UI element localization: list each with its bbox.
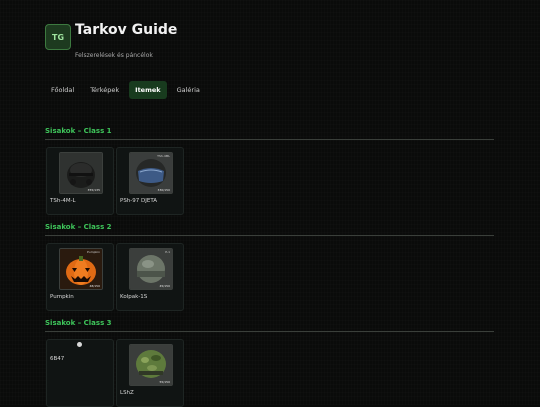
item-card-tsh4ml[interactable]: 355/135 TSh-4M-L — [46, 147, 114, 215]
main-nav: Főoldal Térképek Itemek Galéria — [45, 81, 206, 99]
item-card-kolpak[interactable]: P-1 45/150 Kolpak-1S — [116, 243, 184, 311]
item-card-lshz[interactable]: 55/150 LShZ — [116, 339, 184, 407]
item-name: LShZ — [120, 390, 134, 396]
item-thumbnail: 55/150 — [129, 344, 173, 386]
section-title-class3: Sisakok – Class 3 — [45, 319, 112, 327]
section-title-class2: Sisakok – Class 2 — [45, 223, 112, 231]
item-durability: 330/150 — [157, 188, 170, 192]
item-thumbnail: 355/135 — [59, 152, 103, 194]
tab-fooldal[interactable]: Főoldal — [45, 81, 80, 99]
kolpak-helmet-icon — [130, 249, 172, 289]
tab-itemek[interactable]: Itemek — [129, 81, 167, 99]
item-card-pumpkin[interactable]: Pumpkin 48/150 Pumpkin — [46, 243, 114, 311]
tab-galeria[interactable]: Galéria — [171, 81, 206, 99]
item-name: PSh-97 DJETA — [120, 198, 158, 204]
app-subtitle: Felszerelések és páncélok — [75, 52, 153, 59]
item-name: Pumpkin — [50, 294, 74, 300]
tab-terkepek[interactable]: Térképek — [84, 81, 125, 99]
app-header: TG Tarkov Guide Felszerelések és páncélo… — [45, 22, 505, 59]
app-title: Tarkov Guide — [75, 22, 178, 38]
section-divider — [45, 331, 494, 332]
section-title-class1: Sisakok – Class 1 — [45, 127, 112, 135]
item-short-name: P-1 — [165, 250, 170, 254]
item-durability: 45/150 — [159, 284, 170, 288]
app-logo: TG — [45, 24, 71, 50]
item-thumbnail: Pumpkin 48/150 — [59, 248, 103, 290]
item-durability: 48/150 — [89, 284, 100, 288]
pumpkin-icon — [60, 249, 102, 289]
item-durability: 55/150 — [159, 380, 170, 384]
loading-icon — [77, 342, 82, 347]
tank-helmet-icon — [60, 153, 102, 193]
item-short-name: TSh-4ML — [157, 154, 170, 158]
item-card-psh97[interactable]: TSh-4ML 330/150 PSh-97 DJETA — [116, 147, 184, 215]
item-card-6b47[interactable]: 6B47 — [46, 339, 114, 407]
section-divider — [45, 139, 494, 140]
item-durability: 355/135 — [87, 188, 100, 192]
section-divider — [45, 235, 494, 236]
item-name: TSh-4M-L — [50, 198, 76, 204]
item-name: 6B47 — [50, 356, 65, 362]
item-short-name: Pumpkin — [87, 250, 100, 254]
item-thumbnail: TSh-4ML 330/150 — [129, 152, 173, 194]
camo-helmet-icon — [130, 345, 172, 385]
item-name: Kolpak-1S — [120, 294, 148, 300]
item-thumbnail: P-1 45/150 — [129, 248, 173, 290]
visor-helmet-icon — [130, 153, 172, 193]
